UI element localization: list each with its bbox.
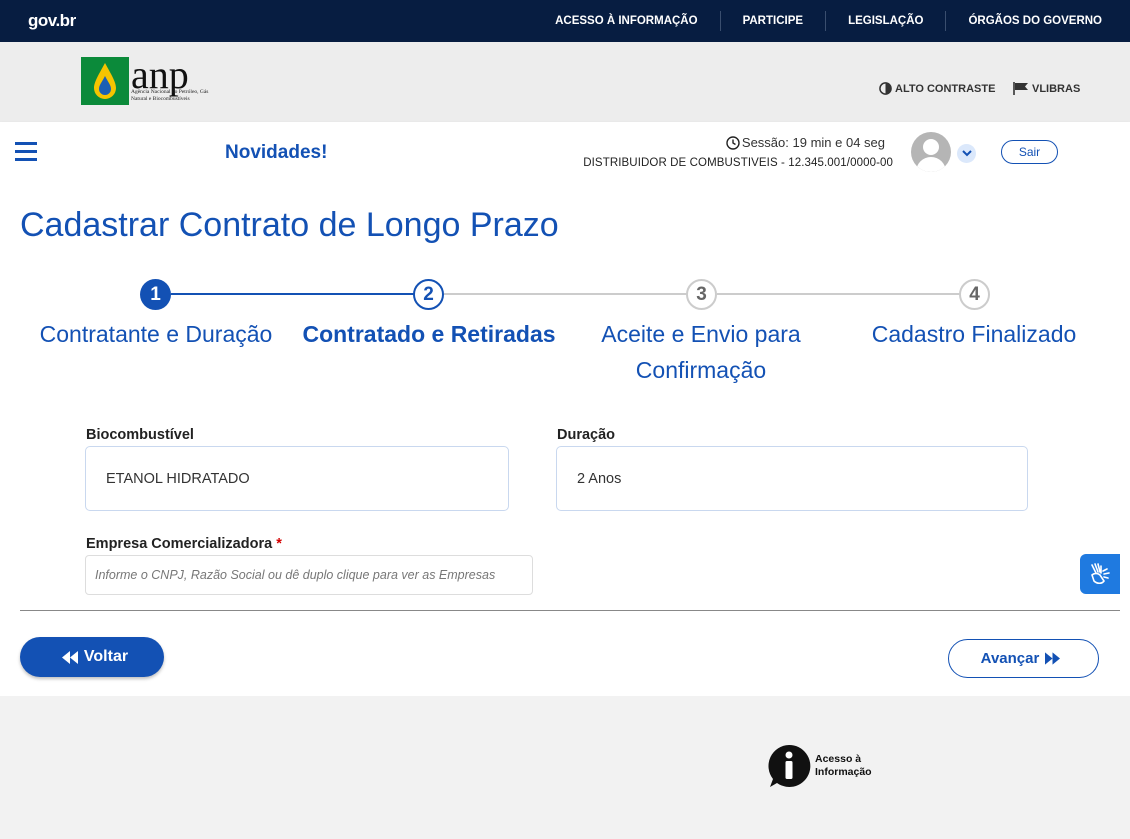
gov-links: ACESSO À INFORMAÇÃO PARTICIPE LEGISLAÇÃO… bbox=[533, 0, 1102, 42]
clock-icon bbox=[726, 135, 740, 150]
required-marker: * bbox=[276, 536, 282, 552]
step-3-label: Aceite e Envio para Confirmação bbox=[601, 321, 801, 383]
novidades-link[interactable]: Novidades! bbox=[225, 142, 327, 164]
link-orgaos-governo[interactable]: ÓRGÃOS DO GOVERNO bbox=[945, 11, 1102, 31]
empresa-label: Empresa Comercializadora * bbox=[86, 536, 282, 552]
vlibras-label: VLIBRAS bbox=[1032, 82, 1081, 95]
nav-bar: Novidades! Sessão: 19 min e 04 seg DISTR… bbox=[0, 122, 1130, 182]
step-2-circle[interactable]: 2 bbox=[413, 279, 444, 310]
acesso-informacao-logo[interactable]: Acesso à Informação bbox=[767, 744, 872, 788]
sign-language-hands-icon bbox=[1091, 563, 1110, 585]
voltar-label: Voltar bbox=[83, 648, 129, 665]
flag-icon bbox=[1013, 82, 1028, 95]
info-icon bbox=[768, 744, 811, 787]
duracao-field: 2 Anos bbox=[556, 446, 1028, 511]
session-text: Sessão: 19 min e 04 seg bbox=[741, 135, 885, 150]
alto-contraste-button[interactable]: ALTO CONTRASTE bbox=[879, 82, 995, 95]
alto-contraste-label: ALTO CONTRASTE bbox=[895, 82, 996, 95]
gov-bar: gov.br ACESSO À INFORMAÇÃO PARTICIPE LEG… bbox=[0, 0, 1130, 42]
anp-logo-subtitle: Agência Nacional do Petróleo, Gás Natura… bbox=[131, 89, 209, 102]
page-title: Cadastrar Contrato de Longo Prazo bbox=[20, 206, 559, 244]
vlibras-widget-button[interactable] bbox=[1080, 554, 1120, 594]
main-content: Cadastrar Contrato de Longo Prazo 1 2 3 … bbox=[0, 182, 1130, 696]
sair-button[interactable]: Sair bbox=[1001, 140, 1058, 164]
oil-drop-icon bbox=[94, 63, 116, 99]
duracao-label: Duração bbox=[557, 427, 616, 443]
double-chevron-left-icon bbox=[61, 650, 78, 664]
step-1-circle[interactable]: 1 bbox=[140, 279, 171, 310]
voltar-button[interactable]: Voltar bbox=[20, 637, 164, 677]
session-timer: Sessão: 19 min e 04 seg bbox=[726, 135, 885, 150]
distribuidor-info: DISTRIBUIDOR DE COMBUSTIVEIS - 12.345.00… bbox=[583, 157, 893, 169]
empresa-input[interactable]: Informe o CNPJ, Razão Social ou dê duplo… bbox=[85, 555, 533, 595]
step-1-label: Contratante e Duração bbox=[39, 321, 273, 347]
link-participe[interactable]: PARTICIPE bbox=[719, 11, 826, 31]
step-4-circle[interactable]: 4 bbox=[959, 279, 990, 310]
govbr-logo[interactable]: gov.br bbox=[28, 11, 76, 31]
anp-header: anp Agência Nacional do Petróleo, Gás Na… bbox=[0, 42, 1130, 122]
acesso-line-1: Acesso à bbox=[815, 753, 862, 765]
step-2-label: Contratado e Retiradas bbox=[302, 321, 556, 347]
double-chevron-right-icon bbox=[1045, 652, 1061, 665]
contrast-icon bbox=[879, 82, 892, 95]
vlibras-button[interactable]: VLIBRAS bbox=[1013, 82, 1080, 95]
link-legislacao[interactable]: LEGISLAÇÃO bbox=[825, 11, 945, 31]
acesso-informacao-text: Acesso à Informação bbox=[815, 753, 872, 779]
divider bbox=[20, 610, 1120, 611]
empresa-label-text: Empresa Comercializadora bbox=[86, 536, 273, 552]
step-4-label: Cadastro Finalizado bbox=[871, 321, 1077, 347]
stepper-connector-3 bbox=[717, 293, 960, 295]
avatar[interactable] bbox=[911, 132, 951, 172]
stepper-connector-2 bbox=[444, 293, 687, 295]
link-acesso-informacao[interactable]: ACESSO À INFORMAÇÃO bbox=[533, 11, 719, 31]
acesso-line-2: Informação bbox=[815, 766, 872, 778]
chevron-down-icon[interactable] bbox=[957, 144, 976, 163]
avancar-label: Avançar bbox=[980, 650, 1040, 667]
avancar-button[interactable]: Avançar bbox=[948, 639, 1099, 678]
stepper-connector-1 bbox=[171, 293, 414, 295]
menu-icon[interactable] bbox=[15, 142, 37, 162]
anp-logo[interactable]: anp Agência Nacional do Petróleo, Gás Na… bbox=[81, 52, 208, 109]
step-3-circle[interactable]: 3 bbox=[686, 279, 717, 310]
biocombustivel-label: Biocombustível bbox=[86, 427, 194, 443]
biocombustivel-field: ETANOL HIDRATADO bbox=[85, 446, 509, 511]
